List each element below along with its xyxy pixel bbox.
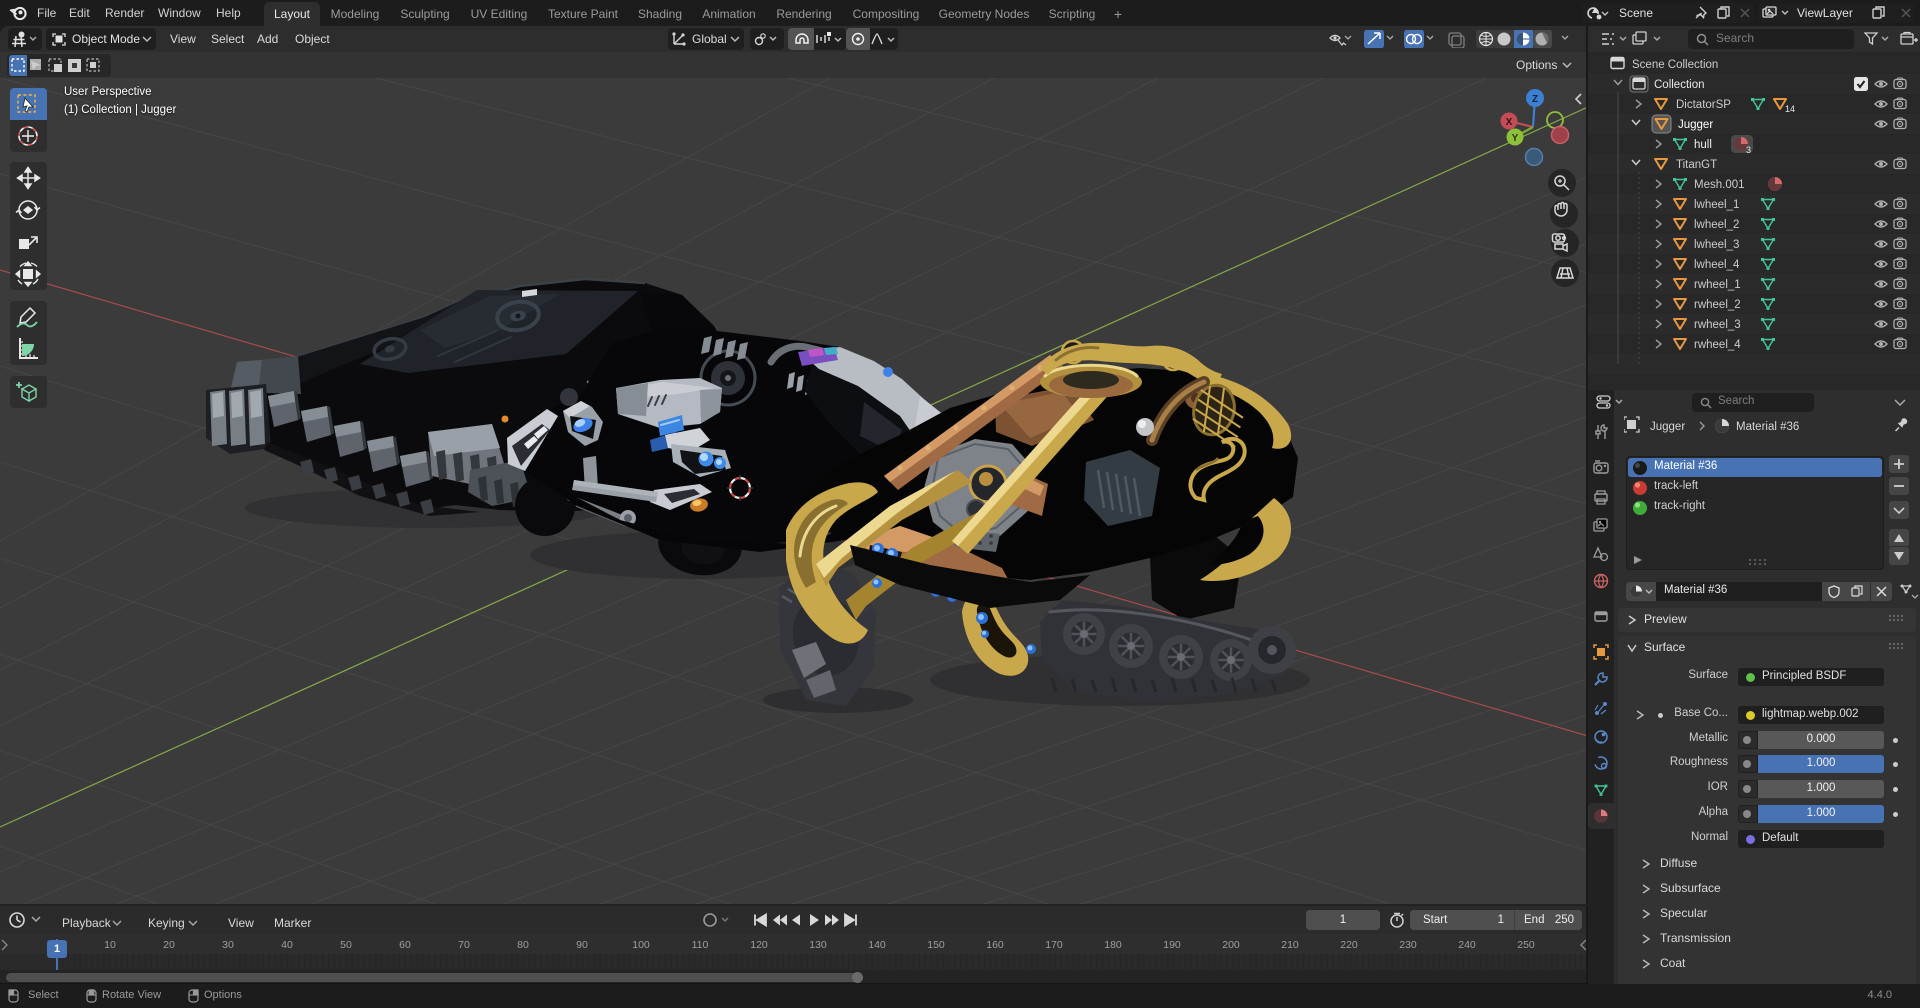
svg-text:230: 230 [1399,939,1417,951]
svg-text:3: 3 [1746,145,1751,155]
svg-text:DictatorSP: DictatorSP [1676,99,1731,111]
svg-text:70: 70 [458,939,470,951]
svg-text:60: 60 [399,939,411,951]
svg-text:210: 210 [1281,939,1299,951]
svg-text:TitanGT: TitanGT [1676,159,1717,171]
svg-text:lwheel_1: lwheel_1 [1694,199,1739,211]
svg-text:110: 110 [692,939,709,951]
svg-text:120: 120 [750,939,768,951]
svg-text:170: 170 [1045,939,1063,951]
svg-text:20: 20 [163,939,175,951]
svg-text:rwheel_2: rwheel_2 [1694,299,1741,311]
svg-text:200: 200 [1222,939,1240,951]
svg-text:140: 140 [868,939,886,951]
svg-text:rwheel_1: rwheel_1 [1694,279,1741,291]
svg-text:Mesh.001: Mesh.001 [1694,179,1745,191]
svg-text:50: 50 [340,939,352,951]
svg-text:160: 160 [986,939,1004,951]
svg-text:hull: hull [1694,139,1712,151]
svg-text:100: 100 [632,939,650,951]
svg-text:Collection: Collection [1654,79,1705,91]
svg-text:180: 180 [1104,939,1122,951]
svg-text:150: 150 [927,939,945,951]
svg-text:Z: Z [1532,94,1538,105]
svg-text:10: 10 [104,939,116,951]
svg-text:Y: Y [1512,133,1519,144]
svg-text:lwheel_2: lwheel_2 [1694,219,1739,231]
svg-text:14: 14 [1785,104,1795,114]
svg-text:Material #36: Material #36 [1736,421,1799,433]
svg-text:250: 250 [1517,939,1535,951]
svg-text:190: 190 [1163,939,1181,951]
svg-text:240: 240 [1458,939,1476,951]
svg-text:X: X [1506,117,1513,128]
svg-text:80: 80 [517,939,529,951]
svg-text:rwheel_4: rwheel_4 [1694,339,1741,351]
svg-text:rwheel_3: rwheel_3 [1694,319,1741,331]
svg-text:220: 220 [1340,939,1358,951]
svg-text:Jugger: Jugger [1650,421,1685,433]
svg-text:90: 90 [576,939,588,951]
svg-text:30: 30 [222,939,234,951]
svg-text:130: 130 [809,939,827,951]
svg-text:40: 40 [281,939,293,951]
svg-text:lwheel_4: lwheel_4 [1694,259,1740,271]
svg-text:Jugger: Jugger [1678,119,1713,131]
svg-text:lwheel_3: lwheel_3 [1694,239,1739,251]
svg-text:Scene Collection: Scene Collection [1632,59,1718,71]
